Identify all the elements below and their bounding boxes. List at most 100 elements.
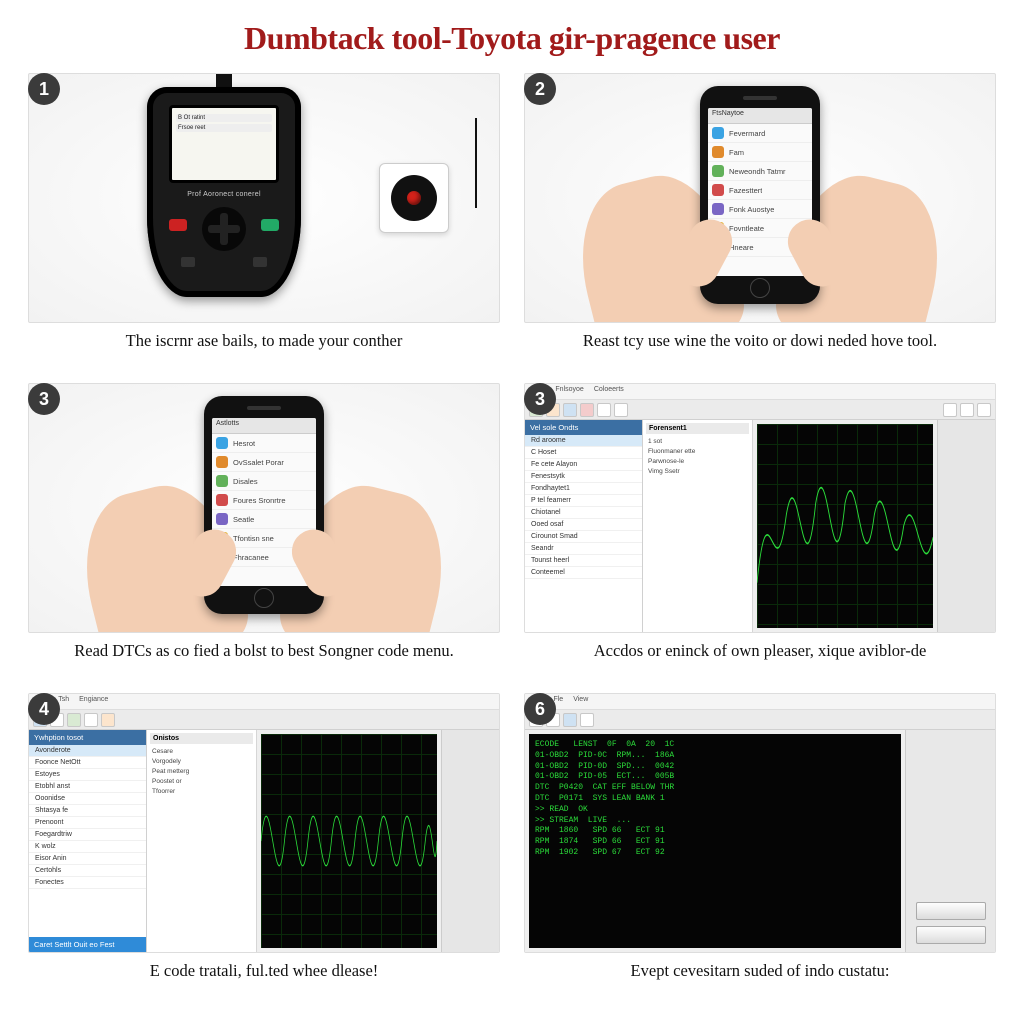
step-1: 1 B Ot ratint Frsoe reet Prof Aoronect c… <box>28 73 500 373</box>
toolbar-button <box>614 403 628 417</box>
app-item-label: Fhracanee <box>233 553 269 562</box>
panel-item: Poostet or <box>150 776 253 786</box>
step-badge: 4 <box>28 693 60 725</box>
steps-grid: 1 B Ot ratint Frsoe reet Prof Aoronect c… <box>28 73 996 1013</box>
toolbar-button <box>580 713 594 727</box>
step-2: 2 FtsNaytoe FevermardFamNeweondh TatmrFa… <box>524 73 996 373</box>
step-3b: 3 AECFnlsoyoeColoeerts <box>524 383 996 683</box>
step-caption: The iscrnr ase bails, to made your conth… <box>34 331 494 352</box>
sidebar-item: Certohls <box>29 865 146 877</box>
step-badge: 6 <box>524 693 556 725</box>
toolbar-button <box>597 403 611 417</box>
app-menu-item: OvSsalet Porar <box>212 453 316 472</box>
step-6: 6 SehFleView ECODE LENST 0F 0A 20 1C01-O… <box>524 693 996 1013</box>
diagnostic-software-window: SehFleView ECODE LENST 0F 0A 20 1C01-OBD… <box>525 694 995 952</box>
app-menu-item: Hesrot <box>212 434 316 453</box>
app-item-label: Disales <box>233 477 258 486</box>
right-gutter <box>937 420 995 632</box>
step-4: 4 AELTshEngiance Ywhption tosot Avo <box>28 693 500 1013</box>
scanner-screen: B Ot ratint Frsoe reet <box>169 105 279 183</box>
terminal-line: RPM 1874 SPD 66 ECT 91 <box>535 837 895 848</box>
step-6-panel: SehFleView ECODE LENST 0F 0A 20 1C01-OBD… <box>524 693 996 953</box>
sidebar-item: Tounst heerl <box>525 555 642 567</box>
step-badge: 2 <box>524 73 556 105</box>
sidebar-footer: Caret Settlt Ouit eo Fest <box>29 937 146 952</box>
panel-item: Fluonmaner ette <box>646 446 749 456</box>
app-header: Astlotts <box>212 418 316 434</box>
step-2-panel: FtsNaytoe FevermardFamNeweondh TatmrFaze… <box>524 73 996 323</box>
step-1-panel: B Ot ratint Frsoe reet Prof Aoronect con… <box>28 73 500 323</box>
scanner-brand-label: Prof Aoronect conerel <box>187 191 261 198</box>
toolbar-button <box>943 403 957 417</box>
terminal-line: >> READ OK <box>535 805 895 816</box>
app-item-icon <box>712 127 724 139</box>
panel-item: Cesare <box>150 746 253 756</box>
app-menu-item: Seatle <box>212 510 316 529</box>
step-caption: Evept cevesitarn suded of indo custatu: <box>530 961 990 982</box>
sidebar: Vel sole Ondts Rd aroomeC HosetFe cete A… <box>525 420 643 632</box>
app-menu-item: Disales <box>212 472 316 491</box>
app-item-icon <box>216 513 228 525</box>
panel-item: Parwnose-le <box>646 456 749 466</box>
sidebar-item: Conteemel <box>525 567 642 579</box>
step-badge: 3 <box>524 383 556 415</box>
sidebar-item: Prenoont <box>29 817 146 829</box>
sidebar: Ywhption tosot AvonderoteFoonce NetOttEs… <box>29 730 147 952</box>
app-item-label: OvSsalet Porar <box>233 458 284 467</box>
sidebar-item: K wolz <box>29 841 146 853</box>
panel-item: Tfoorrer <box>150 786 253 796</box>
app-item-icon <box>216 475 228 487</box>
app-item-icon <box>712 165 724 177</box>
terminal-output: ECODE LENST 0F 0A 20 1C01-OBD2 PID-0C RP… <box>529 734 901 948</box>
obd-scanner-device: B Ot ratint Frsoe reet Prof Aoronect con… <box>139 83 309 313</box>
terminal-line: DTC P0420 CAT EFF BELOW THR <box>535 783 895 794</box>
terminal-line: 01-OBD2 PID-05 ECT... 005B <box>535 772 895 783</box>
action-button <box>916 902 986 920</box>
step-caption: E code tratali, ful.ted whee dlease! <box>34 961 494 982</box>
diagnostic-software-window: AELTshEngiance Ywhption tosot Avonderote… <box>29 694 499 952</box>
sidebar-item: Ooonidse <box>29 793 146 805</box>
scanner-ok-button <box>261 219 279 231</box>
window-titlebar: AECFnlsoyoeColoeerts <box>525 384 995 400</box>
sidebar-item: Chiotanel <box>525 507 642 519</box>
obd-connector-icon <box>379 163 449 233</box>
step-badge: 1 <box>28 73 60 105</box>
app-menu-item: Foures Sronrtre <box>212 491 316 510</box>
toolbar-button <box>563 713 577 727</box>
toolbar-button <box>563 403 577 417</box>
sidebar-item: Rd aroome <box>525 435 642 447</box>
toolbar-button <box>960 403 974 417</box>
scanner-aux-button <box>253 257 267 267</box>
panel-item: Vimg Ssetr <box>646 466 749 476</box>
terminal-line: RPM 1902 SPD 67 ECT 92 <box>535 848 895 859</box>
terminal-line: >> STREAM LIVE ... <box>535 816 895 827</box>
toolbar-button <box>101 713 115 727</box>
step-caption: Read DTCs as co fied a bolst to best Son… <box>34 641 494 662</box>
step-caption: Reast tcy use wine the voito or dowi ned… <box>530 331 990 352</box>
sidebar-item: Foegardtriw <box>29 829 146 841</box>
sidebar-item: Fenestsytk <box>525 471 642 483</box>
app-menu-item: Neweondh Tatmr <box>708 162 812 181</box>
hands-holding-phone: FtsNaytoe FevermardFamNeweondh TatmrFaze… <box>590 78 930 318</box>
app-item-icon <box>216 456 228 468</box>
app-item-label: Fam <box>729 148 744 157</box>
toolbar-button <box>84 713 98 727</box>
window-toolbar <box>525 710 995 730</box>
sidebar-item: Eisor Anin <box>29 853 146 865</box>
action-button <box>916 926 986 944</box>
terminal-line: 01-OBD2 PID-0C RPM... 186A <box>535 751 895 762</box>
step-4-panel: AELTshEngiance Ywhption tosot Avonderote… <box>28 693 500 953</box>
oscilloscope-display <box>261 734 437 948</box>
sidebar-item: Fonectes <box>29 877 146 889</box>
sidebar-item: Fondhaytet1 <box>525 483 642 495</box>
terminal-line: RPM 1860 SPD 66 ECT 91 <box>535 826 895 837</box>
step-caption: Accdos or eninck of own pleaser, xique a… <box>530 641 990 662</box>
sidebar-item: Etobhl anst <box>29 781 146 793</box>
app-item-icon <box>712 146 724 158</box>
panel-item: 1 sot <box>646 436 749 446</box>
app-item-icon <box>216 494 228 506</box>
app-menu-item: Fevermard <box>708 124 812 143</box>
secondary-sidebar: Forensent1 1 sotFluonmaner etteParwnose-… <box>643 420 753 632</box>
right-gutter <box>441 730 499 952</box>
toolbar-button <box>67 713 81 727</box>
